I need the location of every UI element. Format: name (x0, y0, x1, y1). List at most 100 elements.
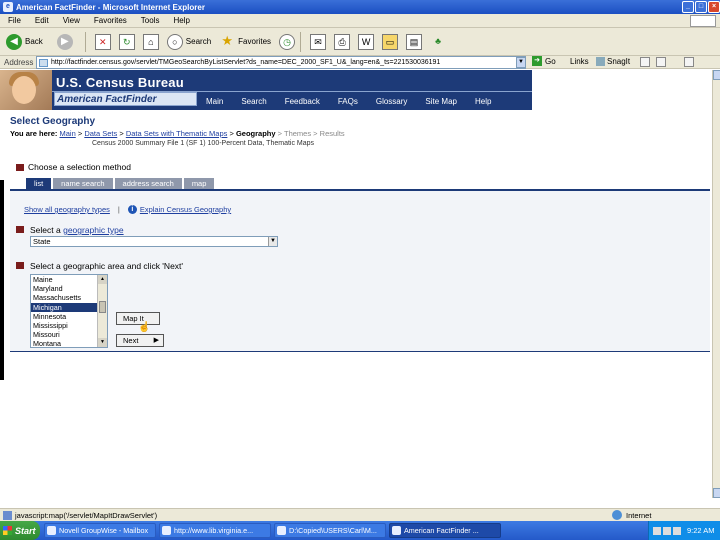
crumb-data-sets[interactable]: Data Sets (84, 129, 117, 138)
tray-icon[interactable] (663, 526, 671, 535)
tab-list[interactable]: list (26, 178, 52, 189)
folder-icon (277, 526, 286, 535)
minimize-button[interactable]: _ (682, 1, 694, 13)
forward-arrow-icon: ▶ (56, 33, 73, 50)
tools-icon[interactable] (684, 57, 694, 67)
page-icon (39, 59, 48, 67)
method-tabs: list name search address search map (26, 178, 216, 189)
tray-icon[interactable] (673, 526, 681, 535)
list-item[interactable]: Mississippi (31, 321, 107, 330)
mail-button[interactable]: ✉ (308, 31, 328, 53)
menu-help[interactable]: Help (173, 16, 189, 25)
list-item[interactable]: Massachusetts (31, 293, 107, 302)
list-item[interactable]: Maryland (31, 284, 107, 293)
task-browser-lib[interactable]: http://www.lib.virginia.e... (159, 523, 271, 538)
nav-glossary[interactable]: Glossary (376, 97, 408, 106)
home-button[interactable]: ⌂ (141, 31, 161, 53)
nav-main[interactable]: Main (206, 97, 223, 106)
nav-feedback[interactable]: Feedback (285, 97, 320, 106)
panel-bottom-rule (10, 351, 710, 352)
choose-method-label: Choose a selection method (28, 162, 132, 172)
research-button[interactable]: ▤ (404, 31, 424, 53)
factfinder-logo[interactable]: American FactFinder (54, 92, 197, 106)
address-bar: Address http://factfinder.census.gov/ser… (0, 56, 720, 69)
menu-file[interactable]: File (8, 16, 21, 25)
refresh-button[interactable]: ↻ (117, 31, 137, 53)
selected-type: State (33, 237, 51, 246)
crumb-main[interactable]: Main (59, 129, 75, 138)
back-button[interactable]: ◀ Back (4, 31, 45, 53)
explain-geo-link[interactable]: Explain Census Geography (140, 205, 231, 214)
address-label: Address (4, 57, 34, 67)
history-button[interactable]: ◷ (277, 31, 297, 53)
go-button[interactable]: ➜ Go (532, 56, 556, 66)
snagit-window-icon[interactable] (640, 57, 650, 67)
search-button[interactable]: ○ Search (165, 31, 213, 53)
tab-map[interactable]: map (183, 178, 215, 189)
scroll-down-icon[interactable]: ▼ (98, 338, 107, 347)
tab-address-search[interactable]: address search (114, 178, 182, 189)
menu-bar: File Edit View Favorites Tools Help (0, 14, 720, 28)
task-label: American FactFinder ... (404, 526, 479, 535)
page-scrollbar[interactable] (712, 70, 720, 498)
print-button[interactable]: ⎙ (332, 31, 352, 53)
list-item[interactable]: Maine (31, 275, 107, 284)
info-icon: i (127, 205, 137, 214)
geographic-type-select[interactable]: State ▼ (30, 236, 278, 247)
crumb-themes: Themes (283, 129, 312, 138)
window-title-bar[interactable]: e American FactFinder - Microsoft Intern… (0, 0, 720, 14)
chevron-down-icon: ▼ (268, 237, 277, 246)
snagit-label: SnagIt (607, 57, 631, 66)
next-label: Next (123, 336, 139, 345)
forward-button[interactable]: ▶ (55, 31, 75, 53)
stop-button[interactable]: ✕ (93, 31, 113, 53)
maximize-button[interactable]: □ (695, 1, 707, 13)
list-item[interactable]: Missouri (31, 330, 107, 339)
select-type-prefix: Select a (30, 225, 61, 235)
groupwise-icon (47, 526, 56, 535)
nav-faqs[interactable]: FAQs (338, 97, 358, 106)
page-scroll-up-icon[interactable] (713, 70, 720, 80)
scroll-up-icon[interactable]: ▲ (98, 275, 107, 284)
scroll-thumb[interactable] (99, 301, 106, 313)
task-groupwise[interactable]: Novell GroupWise - Mailbox (44, 523, 156, 538)
census-nav: Main Search Feedback FAQs Glossary Site … (200, 94, 509, 108)
nav-search[interactable]: Search (241, 97, 266, 106)
geographic-type-link[interactable]: geographic type (63, 225, 124, 235)
messenger-button[interactable]: ♣ (428, 31, 448, 53)
list-item[interactable]: Montana (31, 339, 107, 347)
next-button[interactable]: Next ▶ (116, 334, 164, 347)
start-button[interactable]: Start (0, 521, 40, 540)
tab-name-search[interactable]: name search (53, 178, 113, 189)
show-all-geo-link[interactable]: Show all geography types (24, 205, 110, 214)
crumb-thematic[interactable]: Data Sets with Thematic Maps (126, 129, 228, 138)
page-viewport: U.S. Census Bureau American FactFinder M… (0, 70, 712, 498)
geographic-area-listbox[interactable]: Maine Maryland Massachusetts Michigan Mi… (30, 274, 108, 348)
menu-tools[interactable]: Tools (141, 16, 160, 25)
edit-button[interactable]: W (356, 31, 376, 53)
nav-help[interactable]: Help (475, 97, 491, 106)
links-button[interactable]: Links (570, 57, 589, 66)
task-factfinder[interactable]: American FactFinder ... (389, 523, 501, 538)
list-item[interactable]: Minnesota (31, 312, 107, 321)
status-text: javascript:map('/servlet/MapItDrawServle… (15, 510, 158, 520)
menu-favorites[interactable]: Favorites (94, 16, 127, 25)
page-scroll-down-icon[interactable] (713, 488, 720, 498)
snagit-region-icon[interactable] (656, 57, 666, 67)
tray-icon[interactable] (653, 526, 661, 535)
menu-view[interactable]: View (63, 16, 80, 25)
menu-edit[interactable]: Edit (35, 16, 49, 25)
listbox-scrollbar[interactable]: ▲ ▼ (97, 275, 107, 347)
status-bar: javascript:map('/servlet/MapItDrawServle… (0, 508, 720, 521)
address-dropdown-icon[interactable]: ▼ (516, 57, 526, 68)
favorites-button[interactable]: ★ Favorites (217, 31, 273, 53)
task-folder[interactable]: D:\Copied\USERS\Carl\M... (274, 523, 386, 538)
close-button[interactable]: × (708, 1, 720, 13)
toolbar-separator (84, 31, 86, 52)
list-item-selected[interactable]: Michigan (31, 302, 107, 312)
folder-button[interactable]: ▭ (380, 31, 400, 53)
snagit-button[interactable]: SnagIt (596, 57, 630, 66)
address-input[interactable]: http://factfinder.census.gov/servlet/TMG… (36, 56, 526, 69)
ie-icon: e (3, 2, 13, 12)
nav-site-map[interactable]: Site Map (425, 97, 457, 106)
